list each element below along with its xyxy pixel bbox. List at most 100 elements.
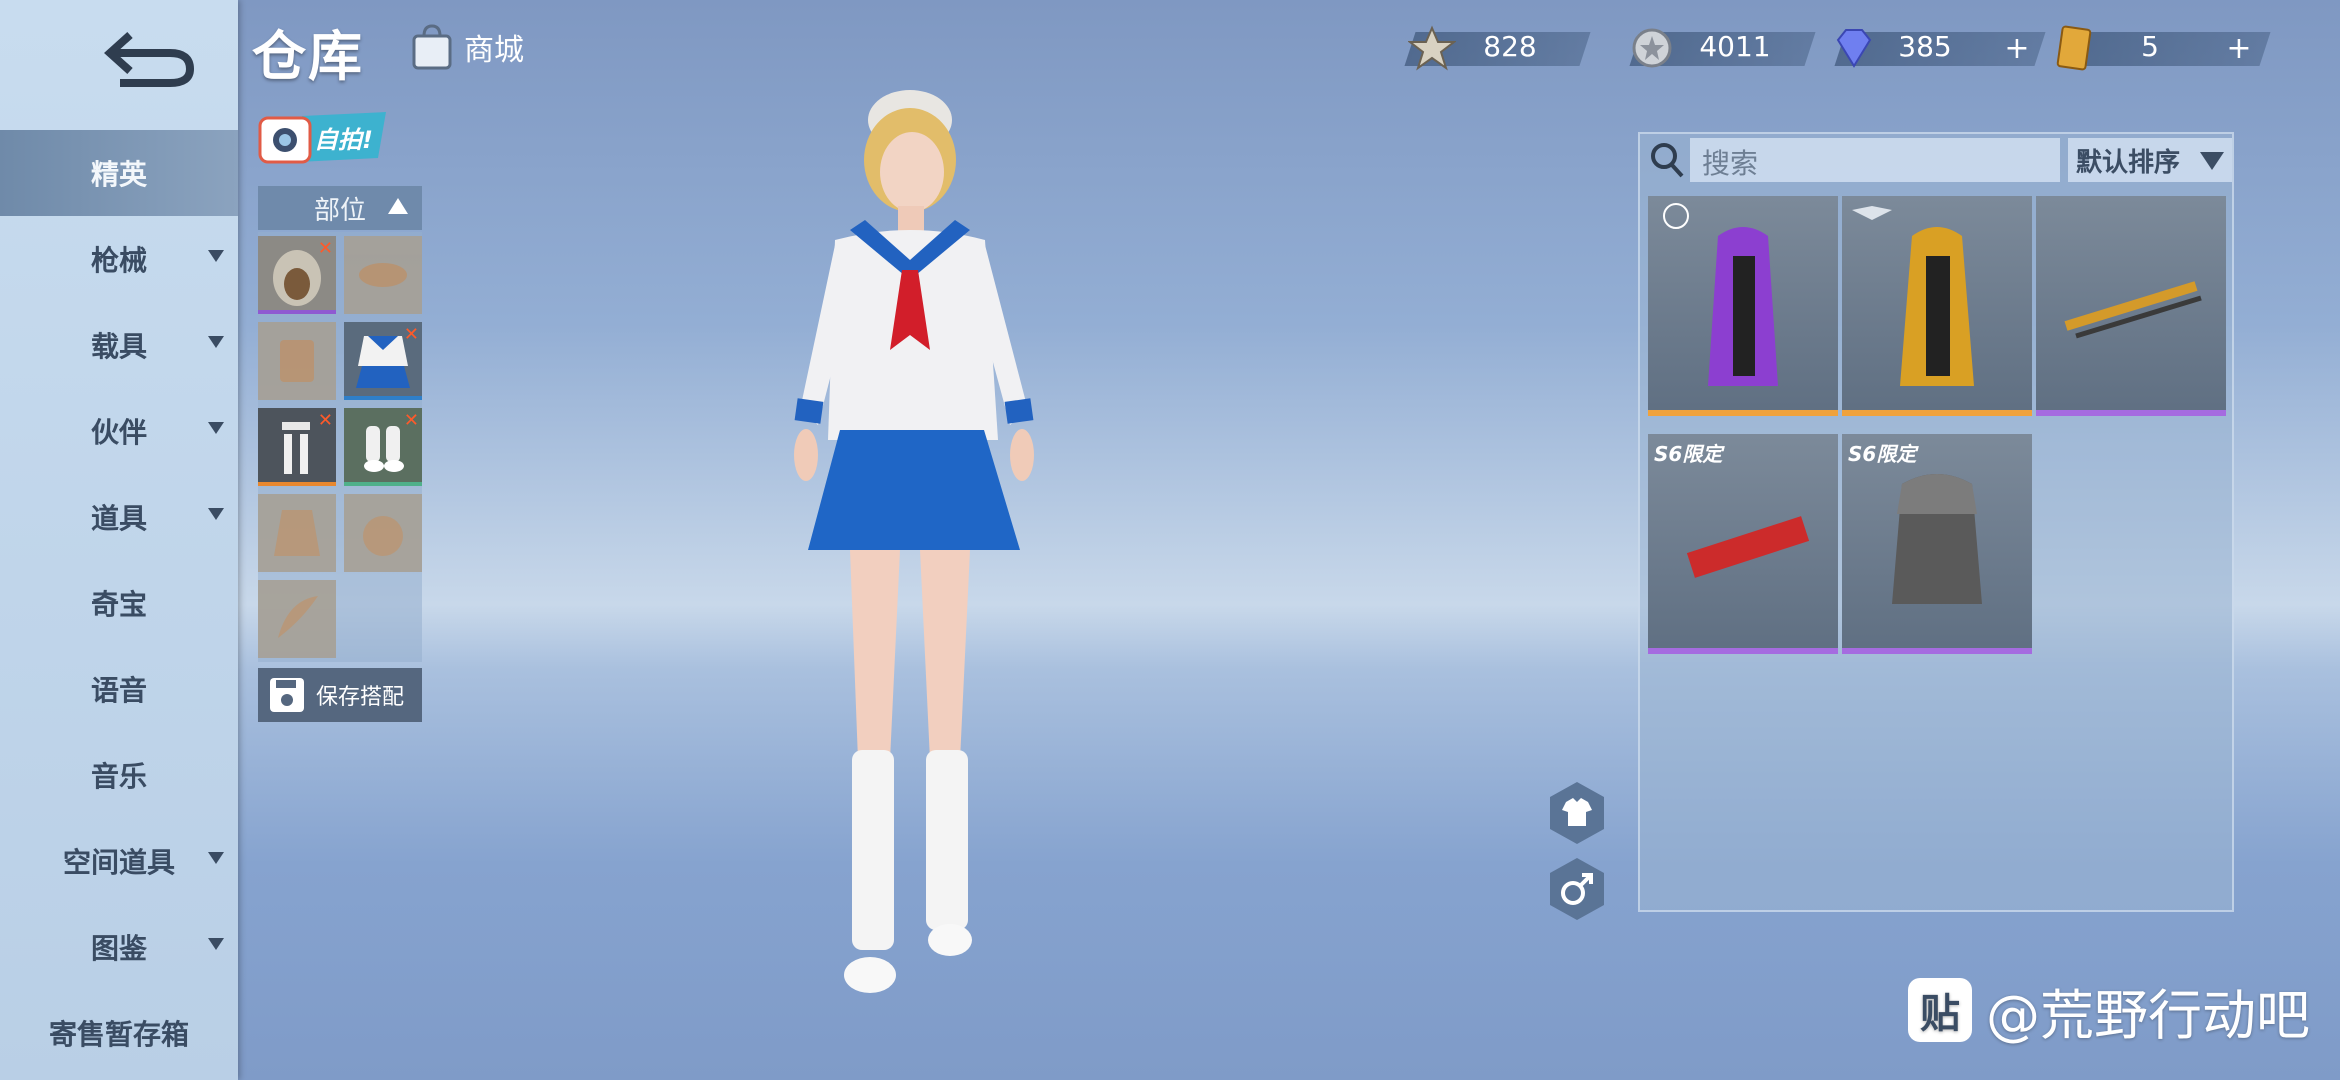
remove-icon[interactable]: ✕ bbox=[318, 410, 333, 431]
chevron-down-icon bbox=[2200, 152, 2224, 170]
add-tickets-button[interactable]: + bbox=[2222, 34, 2256, 64]
collapse-arrow-icon bbox=[388, 198, 408, 214]
remove-icon[interactable]: ✕ bbox=[404, 324, 419, 345]
sidebar-item-label: 语音 bbox=[90, 674, 147, 707]
dropdown-arrow-icon bbox=[208, 250, 224, 262]
medal-icon bbox=[1408, 25, 1456, 71]
rarity-bar bbox=[258, 310, 336, 314]
sidebar-item-catalog[interactable]: 图鉴 bbox=[0, 904, 238, 990]
sidebar-item-guns[interactable]: 枪械 bbox=[0, 216, 238, 302]
search-icon[interactable] bbox=[1648, 140, 1686, 180]
sidebar-item-label: 奇宝 bbox=[90, 588, 147, 621]
slot-cloak[interactable] bbox=[258, 494, 336, 572]
shop-button[interactable]: 商城 bbox=[410, 22, 524, 72]
coin-count: 4011 bbox=[1699, 30, 1771, 63]
limited-tag: S6限定 bbox=[1848, 442, 1917, 466]
remove-icon[interactable]: ✕ bbox=[404, 410, 419, 431]
inventory-item-quilted-cape[interactable]: S6限定 bbox=[1842, 434, 2032, 654]
dropdown-arrow-icon bbox=[208, 508, 224, 520]
dropdown-arrow-icon bbox=[208, 852, 224, 864]
sidebar-item-label: 音乐 bbox=[90, 760, 147, 793]
rarity-bar bbox=[1842, 410, 2032, 416]
selfie-label: 自拍! bbox=[314, 126, 373, 154]
save-outfit-button[interactable]: 保存搭配 bbox=[258, 668, 422, 722]
gold-ticket-icon bbox=[2056, 25, 2092, 71]
category-sidebar: 精英 枪械 载具 伙伴 道具 奇宝 语音 音乐 空间道具 图鉴 寄售暂存箱 bbox=[0, 0, 238, 1080]
sidebar-item-label: 伙伴 bbox=[90, 416, 147, 449]
sidebar-item-music[interactable]: 音乐 bbox=[0, 732, 238, 818]
rarity-bar bbox=[2036, 410, 2226, 416]
sidebar-item-props[interactable]: 道具 bbox=[0, 474, 238, 560]
sidebar-item-elite[interactable]: 精英 bbox=[0, 130, 238, 216]
parts-header[interactable]: 部位 bbox=[258, 186, 422, 230]
inventory-item-purple-cloak[interactable] bbox=[1648, 196, 1838, 416]
rarity-bar bbox=[1648, 410, 1838, 416]
save-outfit-label: 保存搭配 bbox=[316, 685, 405, 710]
purple-cloak-icon bbox=[1663, 203, 1778, 386]
character-model bbox=[794, 90, 1034, 993]
inventory-item-red-sword-case[interactable]: S6限定 bbox=[1648, 434, 1838, 654]
page-title: 仓库 bbox=[252, 25, 364, 88]
slot-legwear[interactable]: ✕ bbox=[258, 408, 336, 486]
tieba-logo-icon: 贴 bbox=[1908, 978, 1972, 1042]
gender-switch-button[interactable] bbox=[1546, 856, 1608, 922]
limited-tag: S6限定 bbox=[1654, 442, 1723, 466]
slot-mask[interactable] bbox=[344, 236, 422, 314]
back-button[interactable] bbox=[100, 25, 200, 95]
silver-coin-icon bbox=[1632, 28, 1672, 68]
sidebar-item-treasures[interactable]: 奇宝 bbox=[0, 560, 238, 646]
watermark: 贴 @荒野行动吧 bbox=[1908, 978, 2310, 1047]
sidebar-item-voice[interactable]: 语音 bbox=[0, 646, 238, 732]
selfie-button[interactable]: 自拍! bbox=[258, 108, 388, 168]
floppy-disk-icon bbox=[270, 678, 304, 712]
katana-icon bbox=[2064, 281, 2202, 339]
rarity-bar bbox=[258, 482, 336, 486]
vest-icon bbox=[280, 340, 314, 382]
inventory-item-gold-cloak[interactable] bbox=[1842, 196, 2032, 416]
search-placeholder: 搜索 bbox=[1702, 147, 1759, 180]
sidebar-item-partners[interactable]: 伙伴 bbox=[0, 388, 238, 474]
back-arrow-icon bbox=[104, 32, 195, 87]
diamond-count: 385 bbox=[1898, 30, 1952, 63]
wings-icon bbox=[278, 596, 318, 638]
cloak-icon bbox=[274, 510, 320, 556]
sort-dropdown[interactable]: 默认排序 bbox=[2068, 138, 2232, 182]
shopping-bag-icon bbox=[412, 24, 452, 70]
rarity-bar bbox=[1648, 648, 1838, 654]
slot-wings[interactable] bbox=[258, 580, 336, 658]
medal-count: 828 bbox=[1483, 30, 1537, 63]
sidebar-item-label: 空间道具 bbox=[62, 846, 175, 879]
search-input[interactable]: 搜索 bbox=[1690, 138, 2060, 182]
slot-backpack[interactable] bbox=[344, 494, 422, 572]
gold-cloak-icon bbox=[1852, 206, 1974, 386]
parts-header-label: 部位 bbox=[313, 195, 366, 226]
remove-icon[interactable]: ✕ bbox=[318, 238, 333, 259]
inventory-item-katana-pair[interactable] bbox=[2036, 196, 2226, 416]
slot-vest[interactable] bbox=[258, 322, 336, 400]
watermark-text: @荒野行动吧 bbox=[1986, 983, 2310, 1047]
dropdown-arrow-icon bbox=[208, 422, 224, 434]
sidebar-item-label: 精英 bbox=[90, 158, 147, 191]
backpack-icon bbox=[363, 516, 403, 556]
sidebar-item-label: 道具 bbox=[90, 502, 147, 535]
dropdown-arrow-icon bbox=[208, 938, 224, 950]
sort-label: 默认排序 bbox=[2076, 147, 2181, 178]
rarity-bar bbox=[344, 396, 422, 400]
outfit-toggle-button[interactable] bbox=[1546, 780, 1608, 846]
add-diamonds-button[interactable]: + bbox=[2000, 34, 2034, 64]
shop-label: 商城 bbox=[464, 33, 524, 68]
slot-top[interactable]: ✕ bbox=[344, 322, 422, 400]
dropdown-arrow-icon bbox=[208, 336, 224, 348]
sidebar-item-space-props[interactable]: 空间道具 bbox=[0, 818, 238, 904]
sidebar-item-label: 图鉴 bbox=[90, 932, 147, 965]
rarity-bar bbox=[344, 482, 422, 486]
sidebar-item-consignment[interactable]: 寄售暂存箱 bbox=[0, 990, 238, 1076]
mask-icon bbox=[359, 263, 407, 287]
ticket-count: 5 bbox=[2141, 30, 2159, 63]
sidebar-item-label: 枪械 bbox=[90, 244, 147, 277]
sidebar-item-label: 寄售暂存箱 bbox=[48, 1018, 189, 1051]
sidebar-item-label: 载具 bbox=[90, 330, 147, 363]
slot-head[interactable]: ✕ bbox=[258, 236, 336, 314]
slot-shoes[interactable]: ✕ bbox=[344, 408, 422, 486]
sidebar-item-vehicles[interactable]: 载具 bbox=[0, 302, 238, 388]
